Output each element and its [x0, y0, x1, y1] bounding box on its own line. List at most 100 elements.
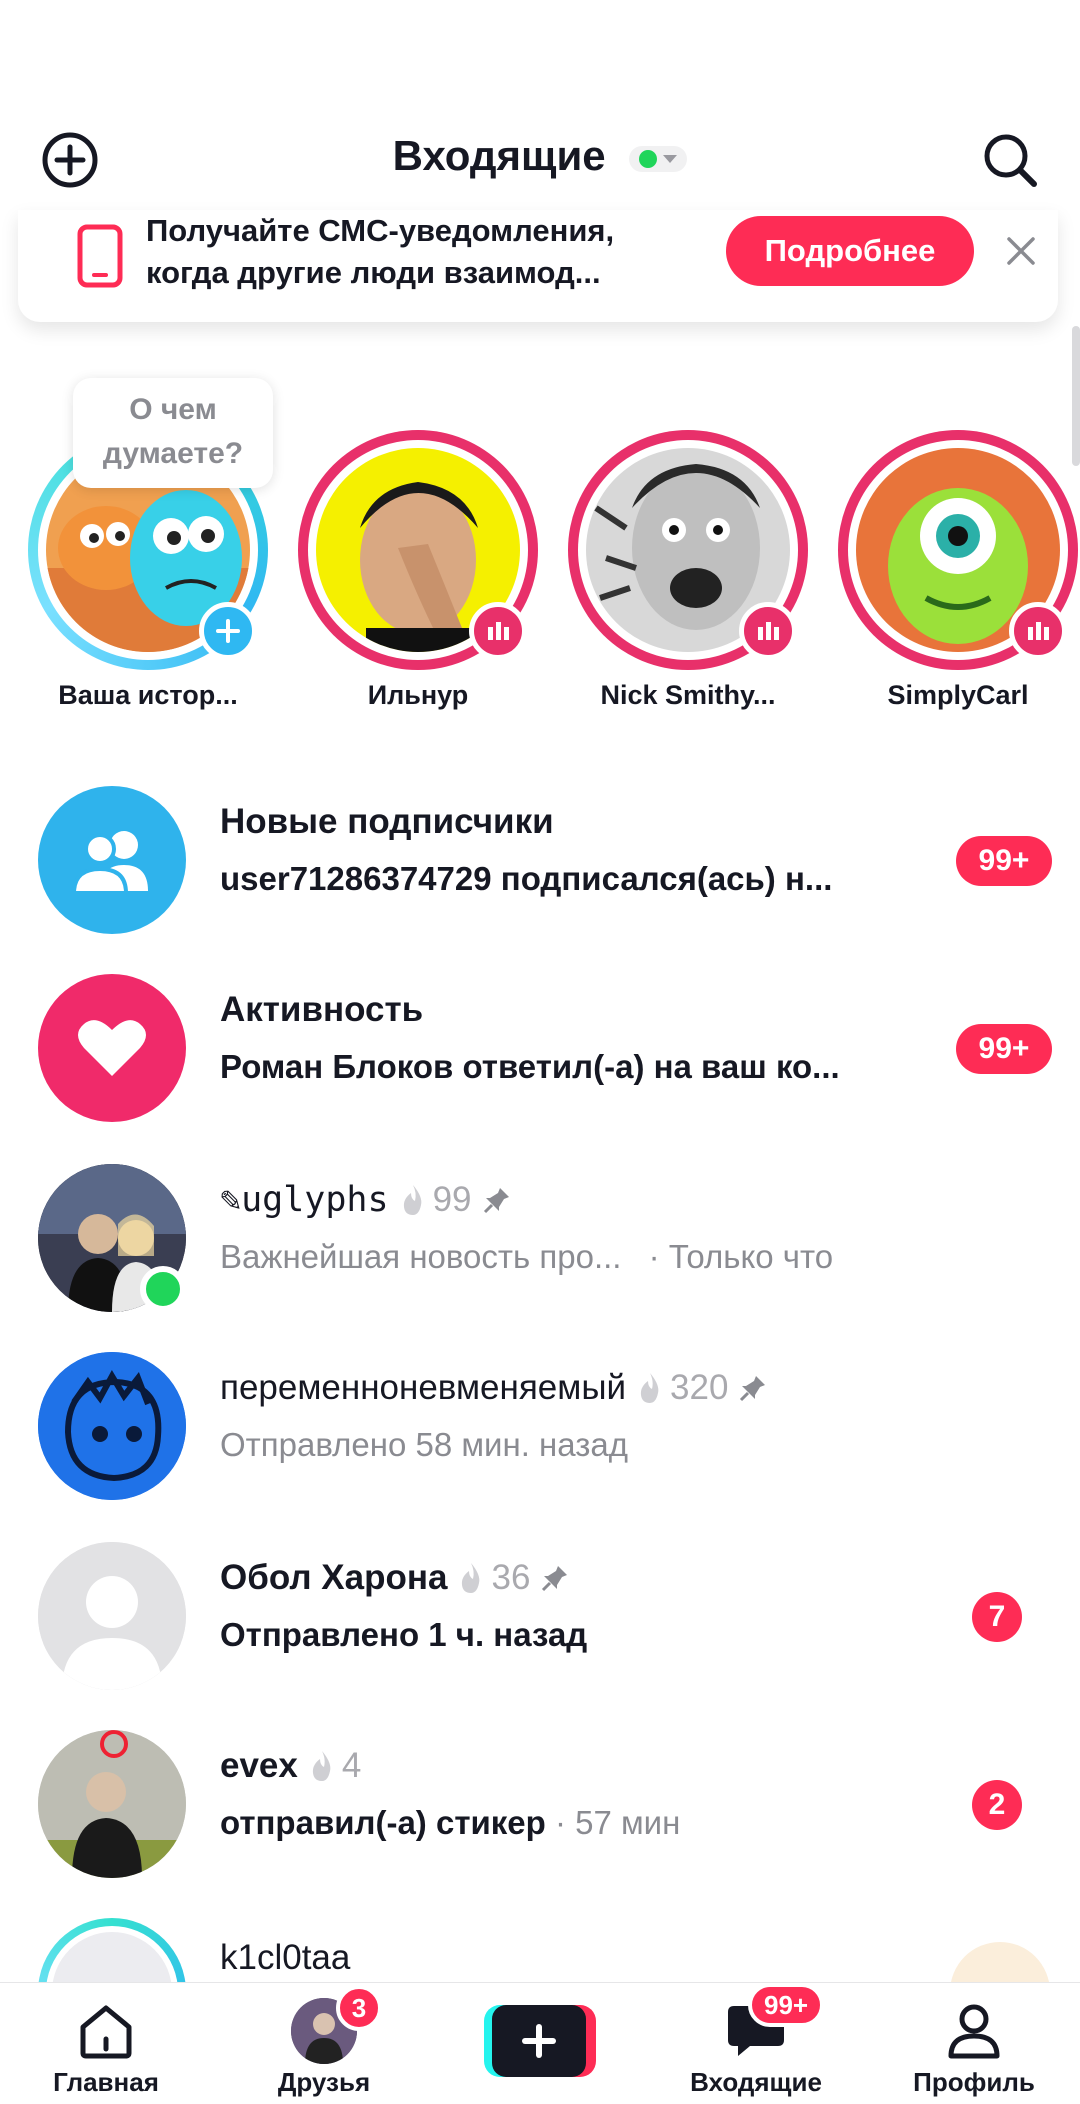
streak-count: 99 [432, 1180, 472, 1219]
story-ilnur[interactable]: Ильнур [293, 378, 543, 718]
row-title-text: Обол Харона [220, 1558, 448, 1597]
story-own[interactable]: О чем думаете? Ваша истор... [23, 378, 273, 718]
message-preview: Важнейшая новость про... [220, 1238, 622, 1275]
add-story-icon[interactable] [199, 602, 257, 660]
heart-icon [38, 974, 186, 1122]
avatar [38, 1918, 186, 1982]
nav-profile[interactable]: Профиль [874, 1991, 1074, 2103]
page-title[interactable]: Входящие [0, 132, 1080, 180]
story-name: SimplyCarl [887, 680, 1029, 710]
bottom-nav: Главная 3 Друзья 99+ Входящие Профиль [0, 1982, 1080, 2104]
list-item-activity[interactable]: Активность Роман Блоков ответил(-а) на в… [0, 974, 1080, 1124]
live-audio-icon [469, 602, 527, 660]
streak: 320 [636, 1368, 728, 1408]
plus-icon [492, 2005, 586, 2077]
row-subtitle: Отправлено 1 ч. назад [220, 1616, 588, 1653]
profile-icon [939, 1999, 1009, 2063]
avatar [38, 1730, 186, 1878]
story-name: Nick Smithy... [600, 680, 776, 710]
list-item-chat[interactable]: evex 4 отправил(-а) стикер · 57 мин 2 [0, 1730, 1080, 1880]
pin-icon [542, 1566, 568, 1592]
live-audio-icon [1009, 602, 1067, 660]
row-title-text: Активность [220, 990, 424, 1029]
flame-icon [312, 1751, 331, 1781]
row-subtitle: user71286374729 подписался(ась) н... [220, 860, 833, 897]
banner-line-1: Получайте СМС-уведомления, [146, 213, 615, 248]
home-icon [71, 1999, 141, 2063]
nav-label: Профиль [913, 2067, 1035, 2097]
row-subtitle: Роман Блоков ответил(-а) на ваш ко... [220, 1048, 840, 1085]
pin-icon [740, 1376, 766, 1402]
sticker-preview [950, 1942, 1050, 1982]
list-item-chat[interactable]: Обол Харона 36 Отправлено 1 ч. назад 7 [0, 1542, 1080, 1692]
row-subtitle: Важнейшая новость про... · Только что [220, 1238, 833, 1276]
row-title: Новые подписчики [220, 802, 554, 842]
live-audio-icon [739, 602, 797, 660]
row-title: переменноневменяемый 320 [220, 1368, 768, 1408]
row-title: Обол Харона 36 [220, 1558, 570, 1598]
header: Входящие [0, 120, 1080, 196]
list-item-chat[interactable]: k1cl0taa [0, 1912, 1080, 1982]
sms-notification-banner: Получайте СМС-уведомления, когда другие … [18, 210, 1058, 322]
row-title: evex 4 [220, 1746, 361, 1786]
unread-badge: 99+ [956, 836, 1052, 886]
row-title: k1cl0taa [220, 1938, 350, 1978]
row-title-text: evex [220, 1746, 298, 1785]
row-title: ✎uglyphs 99 [220, 1180, 512, 1220]
row-subtitle: Отправлено 58 мин. назад [220, 1426, 628, 1463]
message-preview: отправил(-а) стикер [220, 1804, 546, 1841]
nav-label: Друзья [277, 2067, 371, 2097]
unread-count-badge: 2 [972, 1780, 1022, 1830]
nav-home[interactable]: Главная [6, 1991, 206, 2103]
pin-icon [483, 1188, 509, 1214]
inbox-badge: 99+ [748, 1983, 825, 2027]
unread-count-badge: 7 [972, 1592, 1022, 1642]
flame-icon [403, 1185, 421, 1215]
stories-row: О чем думаете? Ваша истор... Ильнур Nick… [0, 378, 1080, 718]
avatar [38, 1542, 186, 1690]
story-name: Ильнур [367, 680, 469, 710]
row-subtitle: отправил(-а) стикер · 57 мин [220, 1804, 680, 1842]
row-title-text: k1cl0taa [220, 1938, 351, 1977]
message-time: · 57 мин [545, 1804, 681, 1841]
nav-friends[interactable]: 3 Друзья [224, 1985, 424, 2103]
list-item-new-followers[interactable]: Новые подписчики user71286374729 подписа… [0, 786, 1080, 936]
online-status-toggle[interactable] [629, 145, 688, 172]
streak: 4 [308, 1746, 361, 1786]
streak-count: 4 [341, 1746, 362, 1785]
followers-icon [38, 786, 186, 934]
story-simplycarl[interactable]: SimplyCarl [833, 378, 1080, 718]
list-item-chat[interactable]: ✎uglyphs 99 Важнейшая новость про... · Т… [0, 1164, 1080, 1314]
nav-inbox[interactable]: 99+ Входящие [656, 1983, 856, 2103]
friends-badge: 3 [336, 1985, 382, 2031]
learn-more-button[interactable]: Подробнее [726, 216, 974, 286]
row-title: Активность [220, 990, 423, 1030]
flame-icon [640, 1373, 659, 1403]
streak: 99 [399, 1180, 472, 1220]
message-time: · Только что [639, 1238, 834, 1275]
streak-count: 36 [491, 1558, 531, 1597]
page-title-text: Входящие [392, 132, 606, 179]
search-icon[interactable] [980, 130, 1040, 190]
avatar [38, 1352, 186, 1500]
row-title-text: переменноневменяемый [220, 1368, 627, 1407]
story-nick-smithy[interactable]: Nick Smithy... [563, 378, 813, 718]
list-item-chat[interactable]: переменноневменяемый 320 Отправлено 58 м… [0, 1352, 1080, 1502]
chevron-down-icon [663, 154, 678, 163]
phone-icon [60, 216, 140, 296]
nav-label: Входящие [690, 2067, 822, 2097]
online-dot-icon [639, 149, 658, 168]
close-icon[interactable] [1000, 230, 1042, 272]
unread-badge: 99+ [956, 1024, 1052, 1074]
online-status-dot [140, 1266, 186, 1312]
row-title-text: ✎uglyphs [220, 1180, 389, 1220]
streak-count: 320 [670, 1368, 729, 1407]
banner-line-2: когда другие люди взаимод... [146, 255, 601, 290]
create-button[interactable] [484, 2005, 596, 2077]
story-name: Ваша истор... [58, 680, 238, 710]
flame-icon [462, 1563, 480, 1593]
whats-on-your-mind-bubble[interactable]: О чем думаете? [73, 378, 273, 488]
banner-text: Получайте СМС-уведомления, когда другие … [146, 210, 706, 294]
row-title-text: Новые подписчики [220, 802, 554, 841]
nav-label: Главная [53, 2067, 159, 2097]
